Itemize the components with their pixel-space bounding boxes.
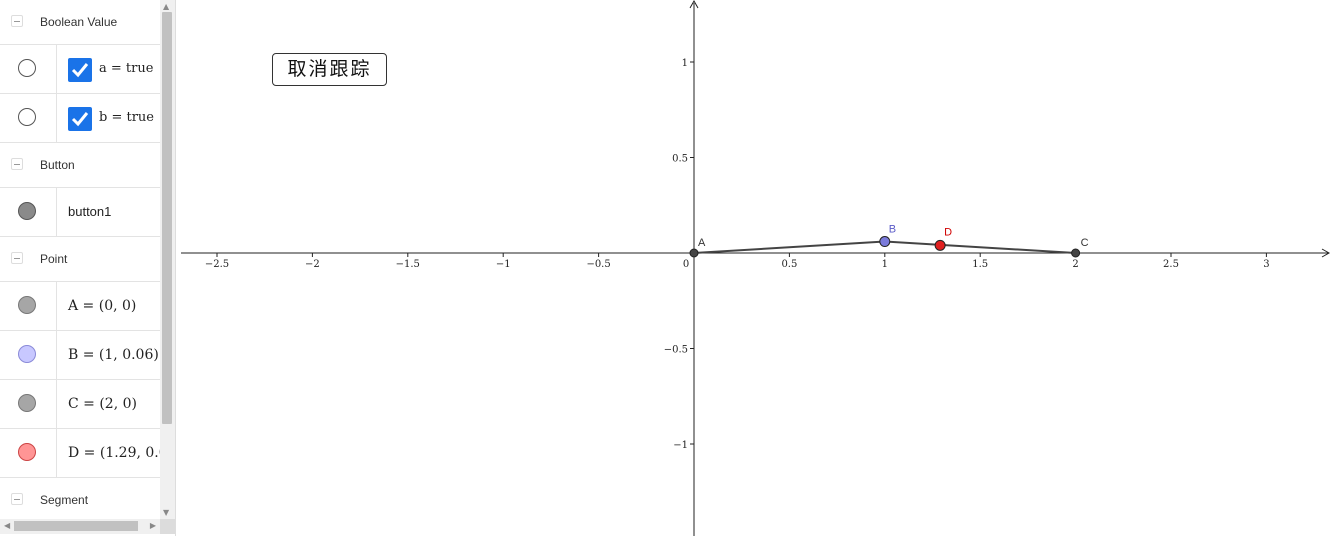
collapse-icon[interactable] [11,252,23,264]
point-b[interactable] [879,236,891,248]
section-title: Segment [40,493,89,507]
collapse-icon[interactable] [11,158,23,170]
algebra-row-point-d[interactable]: D = (1.29, 0.04) [0,429,175,478]
scroll-up-icon[interactable]: ▲ [163,2,169,11]
y-tick-label: −0.5 [664,345,688,356]
visibility-marble-icon[interactable] [18,202,36,220]
button-value[interactable]: button1 [68,188,111,236]
section-title: Button [40,158,75,172]
visibility-marble-icon[interactable] [18,296,36,314]
segment-bc[interactable] [884,240,1076,254]
section-button[interactable]: Button [0,143,160,188]
point-d[interactable] [934,239,946,251]
scroll-corner [160,519,175,534]
x-tick-label: 2.5 [1163,259,1179,270]
scroll-right-icon[interactable]: ▶ [150,521,156,530]
point-value[interactable]: C = (2, 0) [68,380,137,428]
algebra-row-a[interactable]: a = true [0,45,160,94]
scrollbar-thumb[interactable] [14,521,138,531]
divider [56,331,57,379]
point-value[interactable]: B = (1, 0.06) [68,331,159,379]
y-tick-label: −1 [673,440,688,451]
point-label-d: D [944,226,952,238]
point-label-a: A [698,237,706,249]
algebra-row-point-a[interactable]: A = (0, 0) [0,282,160,331]
visibility-marble-icon[interactable] [18,345,36,363]
divider [56,188,57,236]
point-label-c: C [1081,237,1089,249]
divider [56,429,57,477]
point-c[interactable] [1071,248,1081,258]
checkbox-checked-icon[interactable] [68,58,92,82]
algebra-row-button1[interactable]: button1 [0,188,160,237]
boolean-value[interactable]: a = true [99,45,153,93]
x-tick-label: −1.5 [396,259,420,270]
section-segment[interactable]: Segment [0,478,160,523]
x-tick-label: −1 [496,259,511,270]
section-boolean-value[interactable]: Boolean Value [0,0,160,45]
visibility-marble-icon[interactable] [18,443,36,461]
segment-ab[interactable] [693,240,885,254]
scroll-down-icon[interactable]: ▼ [163,508,169,517]
checkbox-checked-icon[interactable] [68,107,92,131]
section-title: Boolean Value [40,15,118,29]
horizontal-scrollbar[interactable]: ◀ ▶ [0,519,160,534]
boolean-value[interactable]: b = true [99,94,154,142]
x-tick-label: 0.5 [781,259,797,270]
x-tick-label: −2 [305,259,320,270]
visibility-marble-icon[interactable] [18,59,36,77]
algebra-row-b[interactable]: b = true [0,94,160,143]
visibility-marble-icon[interactable] [18,108,36,126]
point-value[interactable]: A = (0, 0) [68,282,136,330]
divider [56,380,57,428]
collapse-icon[interactable] [11,493,23,505]
x-tick-label: 2 [1072,259,1078,270]
section-point[interactable]: Point [0,237,160,282]
collapse-icon[interactable] [11,15,23,27]
divider [56,282,57,330]
x-tick-label: 1.5 [972,259,988,270]
point-label-b: B [889,224,896,236]
divider [56,94,57,142]
y-tick-label: 1 [682,58,688,69]
x-tick-label: 3 [1263,259,1269,270]
algebra-row-point-c[interactable]: C = (2, 0) [0,380,160,429]
algebra-row-point-b[interactable]: B = (1, 0.06) [0,331,160,380]
point-a[interactable] [689,248,699,258]
scroll-left-icon[interactable]: ◀ [4,521,10,530]
x-tick-label: −0.5 [586,259,610,270]
stop-trace-button[interactable]: 取消跟踪 [272,53,387,86]
divider [56,45,57,93]
vertical-scrollbar[interactable]: ▲ ▼ [160,0,175,519]
x-tick-label: 0 [683,259,689,270]
section-title: Point [40,252,68,266]
x-tick-label: 1 [882,259,888,270]
y-tick-label: 0.5 [672,154,688,165]
x-tick-label: −2.5 [205,259,229,270]
algebra-view: Boolean Value a = true b = true Button b… [0,0,176,536]
scrollbar-thumb[interactable] [162,12,172,424]
visibility-marble-icon[interactable] [18,394,36,412]
